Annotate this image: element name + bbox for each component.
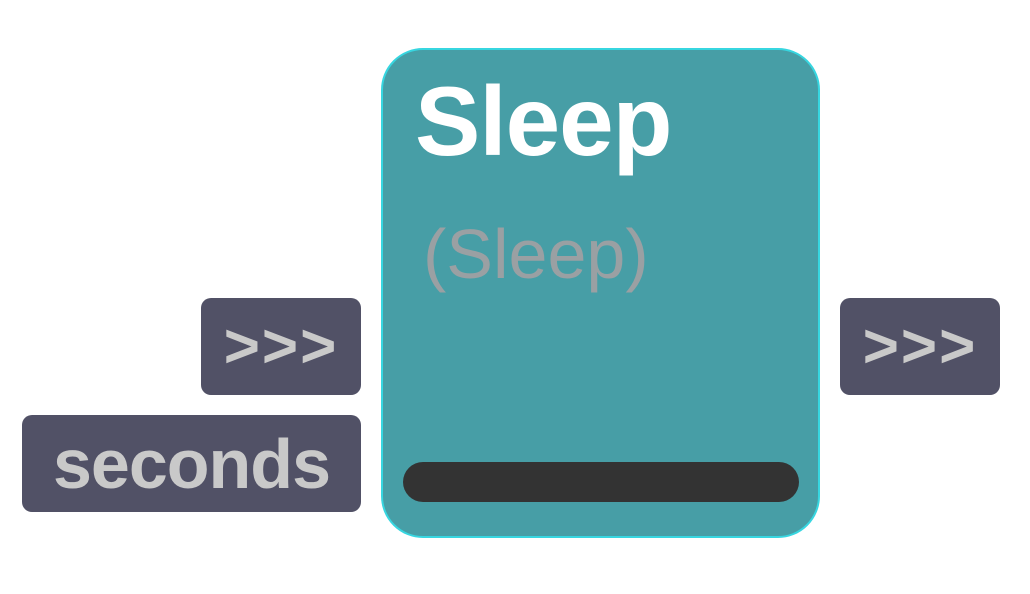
node-title: Sleep	[415, 66, 672, 176]
exec-input-pin[interactable]: >>>	[201, 298, 361, 395]
node-subtitle: (Sleep)	[423, 215, 649, 293]
node-progress-bar	[403, 462, 799, 502]
exec-output-pin[interactable]: >>>	[840, 298, 1000, 395]
seconds-input-pin[interactable]: seconds	[22, 415, 361, 512]
sleep-node[interactable]: Sleep (Sleep)	[381, 48, 820, 538]
